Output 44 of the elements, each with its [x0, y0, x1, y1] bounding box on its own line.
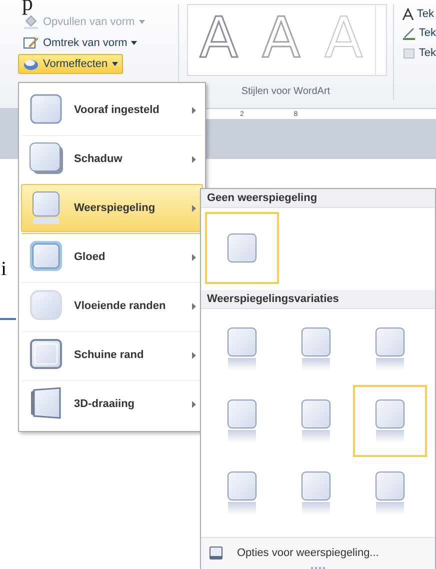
dropdown-arrow-icon [131, 41, 138, 45]
reflection-icon [227, 399, 257, 443]
reflection-icon [375, 399, 405, 443]
submenu-arrow-icon [192, 156, 196, 162]
menu-item[interactable]: Weerspiegeling [21, 184, 203, 232]
pencil-icon [23, 36, 39, 50]
menu-item[interactable]: Schaduw [21, 135, 203, 183]
submenu-arrow-icon [192, 106, 196, 114]
reflection-icon [301, 399, 331, 443]
no-reflection-icon [227, 233, 257, 263]
ribbon-button[interactable]: Omtrek van vorm [18, 33, 142, 53]
reflection-icon [301, 471, 331, 515]
submenu-arrow-icon [192, 302, 196, 310]
document-text-fragment: i [1, 258, 7, 281]
options-menu-item[interactable]: Opties voor weerspiegeling... [201, 537, 435, 569]
reflection-icon [227, 327, 257, 371]
pen-icon [402, 26, 416, 40]
menu-item[interactable]: Vooraf ingesteld [21, 86, 203, 134]
reflection-icon [227, 471, 257, 515]
submenu-arrow-icon [192, 204, 196, 212]
reflection-icon [375, 471, 405, 515]
dropdown-arrow-icon [138, 20, 145, 24]
dropdown-arrow-icon [112, 62, 118, 66]
text-effects-icon [402, 46, 416, 60]
effect-preview-icon [28, 386, 64, 422]
text-fill-icon [402, 8, 414, 20]
submenu-arrow-icon [192, 352, 196, 358]
ribbon-button[interactable]: Tek [416, 8, 434, 20]
picture-frame-icon [209, 546, 223, 560]
document-title-fragment: p [22, 0, 33, 14]
submenu-arrow-icon [192, 400, 196, 408]
reflection-icon [301, 327, 331, 371]
group-label: Stijlen voor WordArt [240, 86, 332, 97]
reflection-option[interactable] [353, 385, 427, 457]
section-heading: Geen weerspiegeling [201, 189, 435, 208]
ribbon-button[interactable]: Tek [418, 47, 436, 59]
shape-effects-icon [23, 57, 39, 71]
effect-preview-icon [28, 141, 64, 177]
ribbon-button[interactable]: Vormeffecten [18, 54, 123, 74]
ribbon-button[interactable]: Tek [418, 27, 436, 39]
reflection-icon [375, 327, 405, 371]
submenu-arrow-icon [192, 254, 196, 260]
reflection-option[interactable] [205, 212, 279, 284]
section-heading: Weerspiegelingsvariaties [201, 290, 435, 309]
